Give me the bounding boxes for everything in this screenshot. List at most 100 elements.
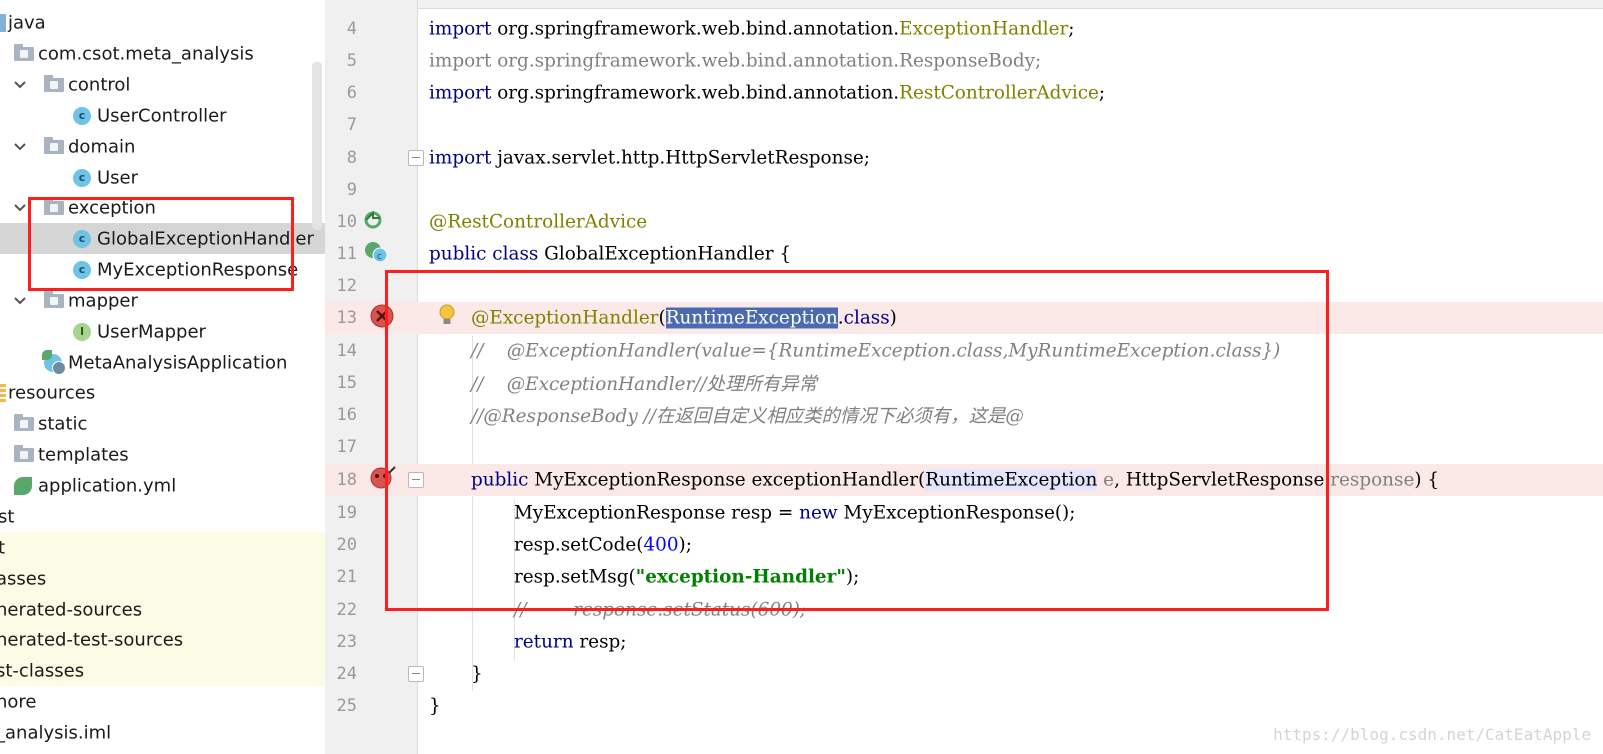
project-tree-panel[interactable]: java com.csot.meta_analysis control c Us… [0,0,330,754]
line-number: 9 [346,180,357,200]
tree-item-label: UserController [97,105,227,126]
tree-item-iml-file[interactable]: _analysis.iml [0,717,330,748]
code-text: MyExceptionResponse resp = new MyExcepti… [514,502,1076,524]
code-line-5[interactable]: 5 import org.springframework.web.bind.an… [325,45,1603,77]
tree-item-target[interactable]: t [0,532,330,563]
line-number: 17 [336,437,357,457]
code-line-14[interactable]: 14 // @ExceptionHandler(value={RuntimeEx… [325,335,1603,367]
tree-item-control[interactable]: control [0,69,330,100]
tree-item-gitignore[interactable]: nore [0,686,330,717]
code-line-19[interactable]: 19 MyExceptionResponse resp = new MyExce… [325,497,1603,529]
folder-icon [14,413,34,431]
tree-item-label: t [0,537,6,558]
resources-root-icon [0,383,6,402]
code-line-21[interactable]: 21 resp.setMsg("exception-Handler"); [325,561,1603,593]
package-icon [14,43,34,61]
code-line-15[interactable]: 15 // @ExceptionHandler//处理所有异常 [325,367,1603,399]
line-number: 11 [336,244,357,264]
code-line-6[interactable]: 6 import org.springframework.web.bind.an… [325,77,1603,109]
tree-item-domain[interactable]: domain [0,131,330,162]
code-line-24[interactable]: 24 } [325,658,1603,690]
tree-item-resources[interactable]: resources [0,377,330,408]
code-text: import javax.servlet.http.HttpServletRes… [429,147,870,169]
tree-item-usermapper[interactable]: I UserMapper [0,316,330,347]
error-gutter-icon[interactable] [369,303,395,333]
code-text: import org.springframework.web.bind.anno… [429,18,1075,40]
code-comment: // @ExceptionHandler//处理所有异常 [471,374,818,395]
code-line-10[interactable]: 10 @RestControllerAdvice [325,206,1603,238]
code-line-9[interactable]: 9 [325,174,1603,206]
tree-item-templates[interactable]: templates [0,439,330,470]
tree-item-myexceptionresponse[interactable]: c MyExceptionResponse [0,254,330,285]
spring-class-gutter-icon[interactable]: c [363,240,389,268]
tree-item-mapper[interactable]: mapper [0,285,330,316]
tree-item-label: MyExceptionResponse [97,259,299,280]
spring-bean-gutter-icon[interactable] [363,210,383,234]
line-number: 23 [336,632,357,652]
tree-item-static[interactable]: static [0,408,330,439]
tree-item-label: java [8,12,46,33]
tree-item-test[interactable]: st [0,501,330,532]
code-text: @RestControllerAdvice [429,211,648,233]
lightbulb-icon[interactable] [438,304,456,332]
line-number: 13 [336,308,357,328]
chevron-down-icon[interactable] [12,139,28,155]
chevron-down-icon[interactable] [12,293,28,309]
folder-icon [14,444,34,462]
tree-item-user[interactable]: c User [0,162,330,193]
editor-tab-strip [325,0,1603,9]
code-line-18[interactable]: 18 public MyExceptionResponse exceptionH… [325,464,1603,496]
code-line-12[interactable]: 12 [325,270,1603,302]
tree-item-label: com.csot.meta_analysis [38,43,254,64]
tree-item-label: st [0,506,15,527]
error-debug-gutter-icon[interactable] [369,465,397,495]
line-number: 7 [346,115,357,135]
line-number: 19 [336,503,357,523]
code-line-22[interactable]: 22 // response.setStatus(600); [325,594,1603,626]
tree-item-metaanalysisapplication[interactable]: MetaAnalysisApplication [0,347,330,378]
tree-item-label: control [68,74,131,95]
package-icon [44,290,64,308]
code-line-11[interactable]: 11 c public class GlobalExceptionHandler… [325,238,1603,270]
tree-item-usercontroller[interactable]: c UserController [0,100,330,131]
tree-item-package[interactable]: com.csot.meta_analysis [0,38,330,69]
package-icon [44,136,64,154]
line-number: 15 [336,373,357,393]
code-line-4[interactable]: 4 import org.springframework.web.bind.an… [325,13,1603,45]
code-line-13[interactable]: 13 @ExceptionHandler(RuntimeException.cl… [325,302,1603,334]
code-line-16[interactable]: 16 //@ResponseBody //在返回自定义相应类的情况下必须有，这是… [325,399,1603,431]
tree-item-globalexceptionhandler[interactable]: c GlobalExceptionHandler [0,223,330,254]
chevron-down-icon[interactable] [12,200,28,216]
class-icon: c [73,260,91,279]
code-line-20[interactable]: 20 resp.setCode(400); [325,529,1603,561]
fold-marker-icon[interactable] [408,472,424,488]
code-line-25[interactable]: 25 } [325,690,1603,722]
code-text: import org.springframework.web.bind.anno… [429,82,1106,104]
tree-item-test-classes[interactable]: st-classes [0,655,330,686]
line-number: 18 [336,470,357,490]
code-line-7[interactable]: 7 [325,109,1603,141]
line-number: 5 [346,51,357,71]
fold-marker-icon[interactable] [408,150,424,166]
chevron-down-icon[interactable] [12,77,28,93]
code-line-8[interactable]: 8 import javax.servlet.http.HttpServletR… [325,142,1603,174]
tree-scrollbar[interactable] [312,62,322,230]
tree-item-classes[interactable]: asses [0,563,330,594]
tree-item-exception[interactable]: exception [0,192,330,223]
code-line-23[interactable]: 23 return resp; [325,626,1603,658]
source-root-icon [0,13,6,32]
code-line-17[interactable]: 17 [325,431,1603,463]
spring-boot-class-icon [42,349,66,375]
fold-marker-icon[interactable] [408,666,424,682]
code-editor[interactable]: 4 import org.springframework.web.bind.an… [325,0,1603,754]
tree-item-label: resources [8,382,96,403]
tree-item-application-yml[interactable]: application.yml [0,470,330,501]
svg-text:c: c [377,252,382,262]
tree-item-generated-test-sources[interactable]: nerated-test-sources [0,624,330,655]
tree-item-java[interactable]: java [0,7,330,38]
tree-item-generated-sources[interactable]: nerated-sources [0,594,330,625]
tree-item-label: exception [68,197,156,218]
code-text: public MyExceptionResponse exceptionHand… [471,469,1440,491]
line-number: 21 [336,567,357,587]
line-number: 10 [336,212,357,232]
